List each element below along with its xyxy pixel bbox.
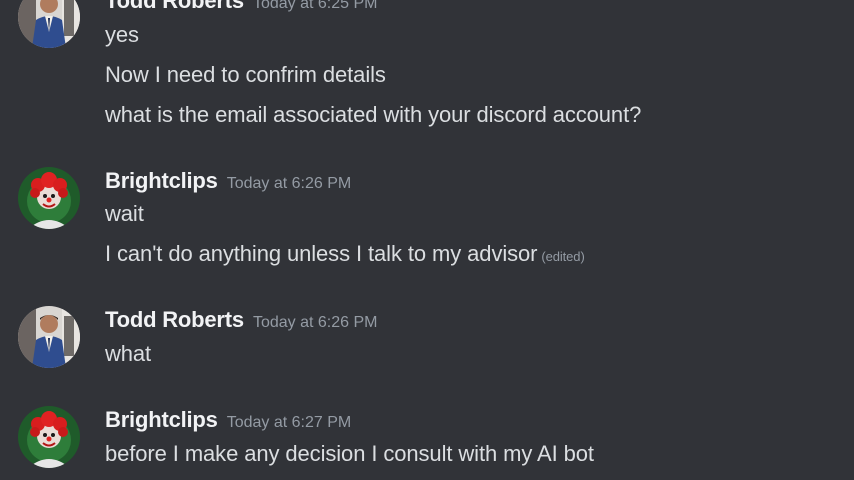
- message-text: what: [105, 341, 151, 367]
- message-author[interactable]: Brightclips Today at 6:26 PM: [105, 168, 351, 194]
- message-text: before I make any decision I consult wit…: [105, 441, 594, 467]
- user-avatar-image: [18, 406, 80, 468]
- chat-messages-area: Todd Roberts Today at 6:25 PM yes Now I n…: [0, 0, 854, 480]
- user-avatar-image: [18, 0, 80, 48]
- author-name[interactable]: Brightclips: [105, 407, 218, 432]
- message-timestamp: Today at 6:26 PM: [226, 175, 352, 192]
- message-author[interactable]: Brightclips Today at 6:27 PM: [105, 407, 351, 433]
- brightclips-avatar[interactable]: [18, 406, 80, 468]
- message-timestamp: Today at 6:26 PM: [252, 314, 378, 331]
- brightclips-avatar[interactable]: [18, 167, 80, 229]
- message-line: before I make any decision I consult wit…: [105, 441, 594, 466]
- user-avatar-image: [18, 167, 80, 229]
- message-line: Now I need to confrim details: [105, 62, 386, 87]
- message-timestamp: Today at 6:25 PM: [252, 0, 378, 12]
- message-text: I can't do anything unless I talk to my …: [105, 241, 585, 267]
- message-text: what is the email associated with your d…: [105, 102, 641, 128]
- message-text: yes: [105, 22, 139, 48]
- message-line: wait: [105, 201, 144, 226]
- author-name[interactable]: Todd Roberts: [105, 0, 244, 13]
- edited-label: (edited): [541, 249, 585, 264]
- message-line: what: [105, 341, 152, 366]
- todd-avatar[interactable]: [18, 0, 80, 48]
- todd-avatar[interactable]: [18, 306, 80, 368]
- message-text: wait: [105, 201, 144, 227]
- message-text: Now I need to confrim details: [105, 62, 386, 88]
- message-line: yes: [105, 22, 139, 47]
- message-timestamp: Today at 6:27 PM: [226, 414, 352, 431]
- message-author[interactable]: Todd Roberts Today at 6:26 PM: [105, 307, 377, 333]
- message-line: what is the email associated with your d…: [105, 102, 642, 127]
- message-line: I can't do anything unless I talk to my …: [105, 241, 538, 266]
- author-name[interactable]: Brightclips: [105, 168, 218, 193]
- message-author[interactable]: Todd Roberts Today at 6:25 PM: [105, 0, 377, 14]
- user-avatar-image: [18, 306, 80, 368]
- author-name[interactable]: Todd Roberts: [105, 307, 244, 332]
